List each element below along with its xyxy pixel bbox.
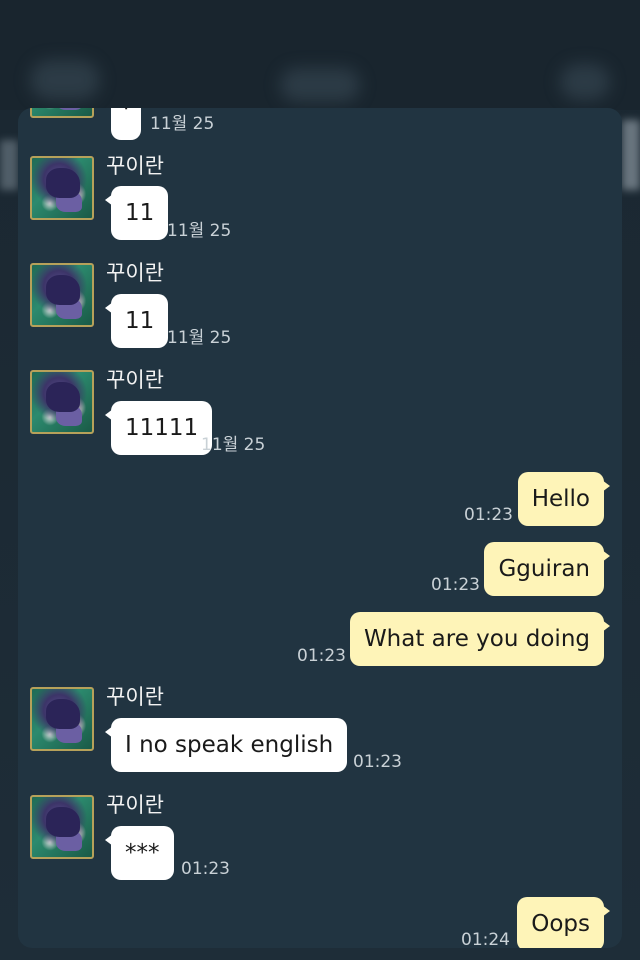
message-time: 01:23 — [181, 859, 230, 879]
message-bubble-incoming[interactable]: 11 — [104, 294, 169, 348]
message-bubble-outgoing[interactable]: Gguiran — [484, 542, 610, 596]
message-time: 11월 25 — [150, 114, 215, 134]
message-time: 01:23 — [297, 646, 346, 666]
message-bubble-outgoing[interactable]: Hello — [517, 472, 611, 526]
message-bubble-incoming[interactable]: 11111 — [104, 401, 213, 455]
message-bubble-incoming[interactable]: *** — [105, 826, 174, 880]
message-text: Gguiran — [498, 556, 590, 582]
message-time: 01:23 — [431, 575, 480, 595]
message-bubble-outgoing[interactable]: What are you doing — [349, 612, 611, 666]
wolf-avatar-icon[interactable] — [30, 156, 94, 220]
message-time: 01:24 — [461, 930, 510, 948]
edge-glow-right — [622, 120, 640, 190]
wolf-avatar-icon[interactable] — [30, 370, 94, 434]
wolf-avatar-icon[interactable] — [30, 687, 94, 751]
message-text: *** — [125, 840, 160, 866]
message-bubble-incoming[interactable]: 11 — [104, 186, 169, 240]
message-text: ' — [123, 108, 130, 126]
sender-name: 꾸이란 — [106, 793, 164, 817]
message-time: 11월 25 — [167, 221, 232, 241]
sender-name: 꾸이란 — [106, 154, 164, 178]
message-text: What are you doing — [363, 626, 590, 652]
message-text: I no speak english — [125, 732, 334, 758]
message-time: 11월 25 — [201, 435, 266, 455]
message-time: 01:23 — [353, 752, 402, 772]
message-text: 11111 — [125, 415, 199, 441]
message-text: Oops — [531, 911, 590, 937]
chat-panel[interactable]: ' 11월 25 꾸이란 11 11월 25 꾸이란 11 11월 25 꾸이란… — [18, 108, 622, 948]
wolf-avatar-icon[interactable] — [30, 795, 94, 859]
sender-name: 꾸이란 — [106, 261, 164, 285]
wolf-avatar-icon[interactable] — [30, 263, 94, 327]
message-text: 11 — [125, 308, 155, 334]
sender-name: 꾸이란 — [106, 685, 164, 709]
message-time: 11월 25 — [167, 328, 232, 348]
sender-name: 꾸이란 — [106, 368, 164, 392]
message-time: 01:23 — [464, 505, 513, 525]
edge-glow-left — [0, 140, 18, 190]
message-bubble-outgoing[interactable]: Oops — [517, 897, 610, 948]
message-text: Hello — [531, 486, 590, 512]
message-bubble-incoming[interactable]: ' — [111, 108, 142, 140]
message-bubble-incoming[interactable]: I no speak english — [104, 718, 348, 772]
message-text: 11 — [125, 200, 155, 226]
wolf-avatar-icon[interactable] — [30, 108, 94, 118]
blurred-header — [0, 0, 640, 110]
